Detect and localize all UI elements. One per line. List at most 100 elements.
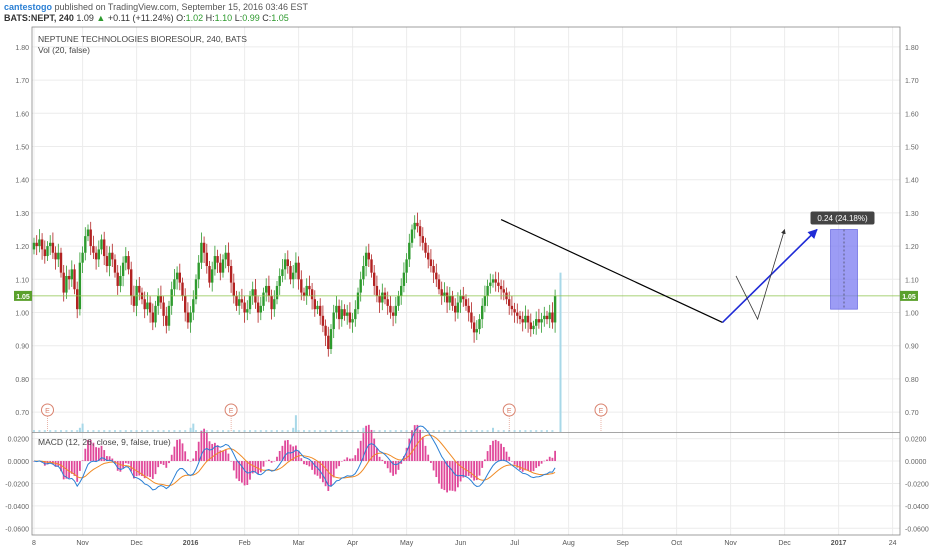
candle (518, 315, 522, 320)
candle (192, 299, 195, 313)
volume-bar (535, 430, 538, 432)
drawings: E E E E 0.24 (24.18%) (32, 211, 900, 432)
candle (456, 302, 460, 313)
candle (491, 279, 495, 283)
x-tick-label: 24 (889, 540, 897, 547)
macd-histogram-bar (178, 439, 181, 462)
candle (100, 239, 103, 250)
y-tick-label-right: 1.20 (905, 244, 919, 251)
candle (73, 269, 76, 290)
volume-bar (362, 430, 365, 432)
macd-histogram-bar (421, 436, 424, 462)
volume-bar (497, 430, 500, 432)
candles (32, 212, 557, 357)
candle (346, 312, 349, 316)
price-chart[interactable]: E E E E0.24 (24.18%) 1.80 1.801.70 1.701.60 1.… (0, 0, 932, 550)
candle (389, 305, 392, 313)
candle (157, 295, 160, 306)
macd-histogram-bar (203, 428, 205, 462)
macd-y-tick-right: 0.0000 (905, 459, 927, 466)
volume-bar (486, 430, 489, 432)
y-tick-label-left: 0.70 (15, 410, 29, 417)
volume-bar (524, 430, 527, 432)
macd-histogram-bar (365, 425, 367, 462)
macd-histogram-bar (303, 461, 305, 465)
volume-bar (173, 430, 176, 432)
macd-histogram-bar (346, 457, 349, 462)
macd-histogram-bar (411, 430, 413, 462)
volume-bar (232, 430, 235, 432)
candle (108, 252, 111, 267)
candle (413, 222, 416, 230)
volume-bar (546, 430, 548, 432)
volume-bar (384, 430, 386, 432)
earnings-label: E (599, 408, 604, 415)
macd-histogram-bar (451, 461, 454, 491)
macd-histogram-bar (481, 461, 484, 468)
candle (202, 242, 206, 253)
volume-bar (335, 430, 338, 432)
macd-histogram-bar (427, 454, 430, 462)
y-tick-label-left: 1.10 (15, 277, 29, 284)
candle (362, 266, 365, 280)
macd-histogram-bar (308, 461, 311, 467)
volume-bar (270, 430, 273, 432)
candle (70, 269, 73, 280)
candle (451, 295, 454, 306)
macd-histogram-bar (273, 461, 276, 462)
macd-histogram-bar (554, 450, 556, 462)
last-price-label: 1.05 (902, 294, 916, 301)
y-tick-label-left: 1.80 (15, 45, 29, 52)
macd-histogram-bar (440, 461, 443, 489)
macd-histogram-bar (151, 461, 154, 479)
volume-bars (33, 272, 562, 432)
candle (467, 305, 470, 313)
volume-bar (151, 430, 154, 432)
volume-bar (130, 430, 133, 432)
candle (397, 295, 400, 306)
candle (186, 312, 190, 323)
volume-bar (243, 430, 246, 432)
x-tick-label: 2016 (183, 540, 199, 547)
volume-bar (421, 430, 424, 432)
candle (76, 289, 79, 310)
macd-histogram-bar (343, 459, 346, 462)
candle (211, 269, 214, 283)
candle (497, 282, 500, 286)
volume-bar (286, 430, 289, 432)
candle (89, 229, 92, 247)
candle (440, 289, 443, 296)
volume-bar (238, 430, 241, 432)
candle (54, 252, 57, 260)
macd-histogram-bar (160, 461, 162, 464)
candle (553, 295, 557, 323)
x-tick-label: Sep (616, 540, 629, 547)
volume-bar (76, 430, 79, 432)
macd-histogram-bar (176, 439, 178, 462)
macd-histogram-bar (268, 459, 270, 462)
macd-histogram-bar (265, 460, 268, 462)
volume-bar (292, 430, 295, 432)
earnings-label: E (507, 408, 512, 415)
macd-histogram-bar (189, 461, 192, 462)
candle (173, 279, 176, 290)
macd-histogram-bar (332, 461, 335, 478)
candle (356, 292, 360, 310)
macd-histogram-bar (384, 461, 386, 464)
candle (224, 252, 227, 260)
candle (286, 259, 289, 267)
macd-histogram-bar (187, 459, 189, 462)
candle (138, 285, 141, 293)
volume-bar (192, 423, 195, 432)
x-tick-label: Mar (293, 540, 306, 547)
macd-histogram-bar (454, 461, 457, 492)
candle (111, 252, 114, 260)
candle (502, 289, 505, 293)
volume-bar (308, 430, 311, 432)
volume-bar (38, 430, 41, 432)
candle (262, 292, 265, 306)
candle (119, 275, 122, 286)
candle (470, 312, 473, 323)
candle (65, 275, 68, 293)
volume-title: Vol (20, false) (38, 45, 90, 55)
